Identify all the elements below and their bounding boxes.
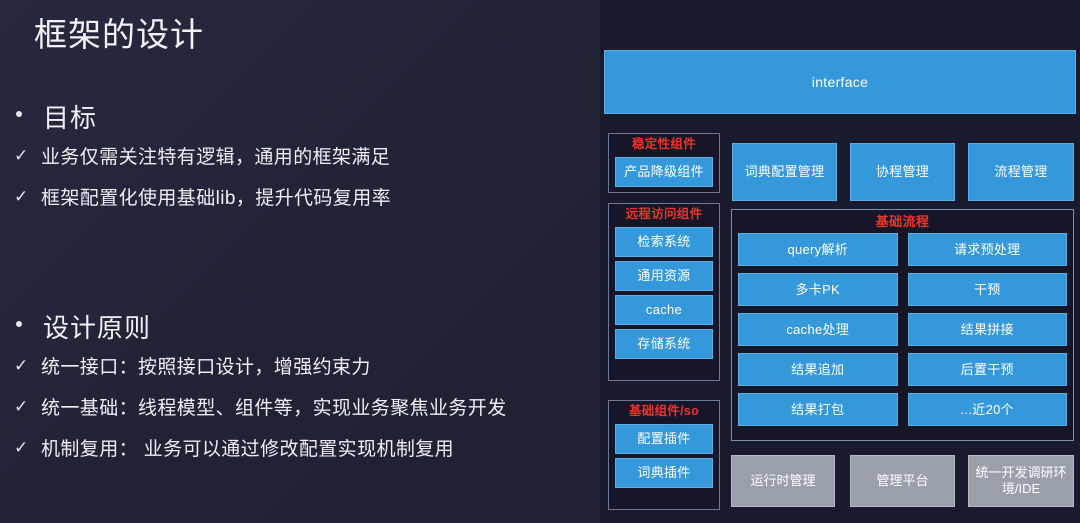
principle-item-2-text: 统一基础：线程模型、组件等，实现业务聚焦业务开发 <box>41 398 507 419</box>
goal-item-2-text: 框架配置化使用基础lib，提升代码复用率 <box>41 188 392 209</box>
platform-box: 运行时管理 <box>731 455 835 507</box>
group-stability-title: 稳定性组件 <box>631 137 696 151</box>
section-goal: 目标 ✓ 业务仅需关注特有逻辑，通用的框架满足 ✓ 框架配置化使用基础lib，提… <box>0 98 595 224</box>
flow-step-box: 后置干预 <box>907 353 1067 386</box>
component-box: 存储系统 <box>615 329 713 359</box>
principle-item-3-text: 机制复用： 业务可以通过修改配置实现机制复用 <box>41 439 455 460</box>
section-goal-heading: 目标 <box>0 98 595 142</box>
left-text-column: 框架的设计 目标 ✓ 业务仅需关注特有逻辑，通用的框架满足 ✓ 框架配置化使用基… <box>0 0 595 523</box>
panel-basic-flow-title: 基础流程 <box>875 214 930 229</box>
component-box: 词典插件 <box>615 458 713 488</box>
section-principles: 设计原则 ✓ 统一接口：按照接口设计，增强约束力 ✓ 统一基础：线程模型、组件等… <box>0 308 595 475</box>
slide-root: 框架的设计 目标 ✓ 业务仅需关注特有逻辑，通用的框架满足 ✓ 框架配置化使用基… <box>0 0 1080 523</box>
goal-item-2: ✓ 框架配置化使用基础lib，提升代码复用率 <box>0 183 595 224</box>
management-box: 词典配置管理 <box>732 143 837 201</box>
panel-basic-flow: 基础流程 query解析 请求预处理 多卡PK 干预 cache处理 结果拼接 … <box>731 209 1074 441</box>
group-stability-components: 稳定性组件 产品降级组件 <box>608 133 720 193</box>
section-principles-label: 设计原则 <box>43 313 152 343</box>
flow-step-box: 结果打包 <box>738 393 898 426</box>
component-box: cache <box>615 295 713 325</box>
flow-step-box: 请求预处理 <box>907 233 1067 266</box>
principle-item-1: ✓ 统一接口：按照接口设计，增强约束力 <box>0 352 595 393</box>
flow-step-box: query解析 <box>738 233 898 266</box>
check-icon: ✓ <box>14 187 29 206</box>
group-basic-title: 基础组件/so <box>628 404 700 418</box>
platform-box: 统一开发调研环境/IDE <box>968 455 1074 507</box>
flow-step-box: 结果追加 <box>738 353 898 386</box>
platform-box: 管理平台 <box>850 455 955 507</box>
flow-step-box: ...近20个 <box>907 393 1067 426</box>
basic-flow-grid: query解析 请求预处理 多卡PK 干预 cache处理 结果拼接 结果追加 … <box>738 233 1067 426</box>
group-basic-components-so: 基础组件/so 配置插件 词典插件 <box>608 400 720 510</box>
check-icon: ✓ <box>14 397 29 416</box>
bullet-dot-icon <box>16 321 22 327</box>
management-box: 流程管理 <box>968 143 1074 201</box>
principle-item-2: ✓ 统一基础：线程模型、组件等，实现业务聚焦业务开发 <box>0 393 595 434</box>
principle-item-3: ✓ 机制复用： 业务可以通过修改配置实现机制复用 <box>0 434 595 475</box>
architecture-diagram: interface 稳定性组件 产品降级组件 远程访问组件 检索系统 通用资源 … <box>600 0 1080 523</box>
check-icon: ✓ <box>14 438 29 457</box>
flow-step-box: cache处理 <box>738 313 898 346</box>
group-remote-access-components: 远程访问组件 检索系统 通用资源 cache 存储系统 <box>608 203 720 381</box>
management-box: 协程管理 <box>850 143 955 201</box>
diagram-interface-box: interface <box>604 50 1076 114</box>
principle-item-1-text: 统一接口：按照接口设计，增强约束力 <box>41 357 371 378</box>
check-icon: ✓ <box>14 146 29 165</box>
flow-step-box: 干预 <box>907 273 1067 306</box>
check-icon: ✓ <box>14 356 29 375</box>
group-remote-title: 远程访问组件 <box>625 207 703 221</box>
component-box: 检索系统 <box>615 227 713 257</box>
component-box: 配置插件 <box>615 424 713 454</box>
section-principles-heading: 设计原则 <box>0 308 595 352</box>
bullet-dot-icon <box>16 111 22 117</box>
component-box: 产品降级组件 <box>615 157 713 187</box>
component-box: 通用资源 <box>615 261 713 291</box>
section-goal-label: 目标 <box>43 103 98 133</box>
flow-step-box: 结果拼接 <box>907 313 1067 346</box>
goal-item-1: ✓ 业务仅需关注特有逻辑，通用的框架满足 <box>0 142 595 183</box>
goal-item-1-text: 业务仅需关注特有逻辑，通用的框架满足 <box>41 147 391 168</box>
flow-step-box: 多卡PK <box>738 273 898 306</box>
page-title: 框架的设计 <box>34 16 204 53</box>
